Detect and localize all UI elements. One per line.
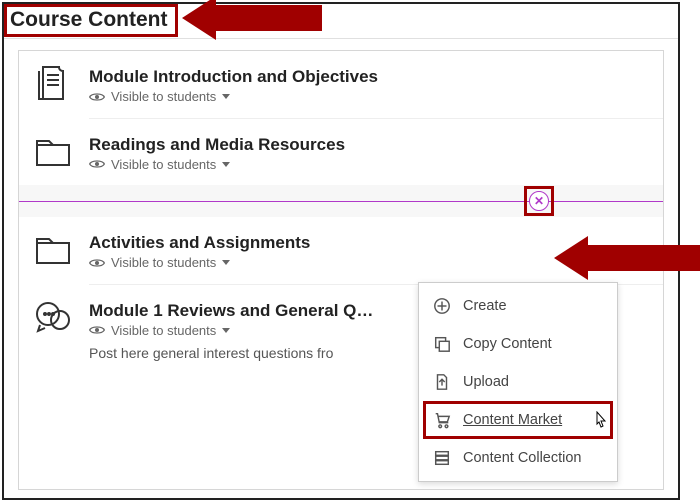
menu-item-create[interactable]: Create (419, 287, 617, 325)
content-item-title: Module 1 Reviews and General Q… (89, 301, 373, 321)
content-item[interactable]: Module Introduction and Objectives Visib… (19, 51, 663, 118)
chevron-down-icon (222, 328, 230, 333)
visibility-toggle[interactable]: Visible to students (89, 255, 230, 270)
upload-icon (433, 373, 451, 391)
visibility-label: Visible to students (111, 89, 216, 104)
content-item-description: Post here general interest questions fro (89, 345, 373, 361)
insert-zone: ✕ (19, 185, 663, 217)
menu-item-label: Content Market (463, 412, 603, 428)
eye-icon (89, 91, 105, 103)
visibility-toggle[interactable]: Visible to students (89, 157, 230, 172)
plus-circle-icon (433, 297, 451, 315)
menu-item-label: Create (463, 298, 603, 314)
visibility-label: Visible to students (111, 157, 216, 172)
content-item-title: Module Introduction and Objectives (89, 67, 378, 87)
chevron-down-icon (222, 260, 230, 265)
add-content-button[interactable]: ✕ (529, 191, 549, 211)
document-icon (33, 63, 73, 103)
market-icon (433, 411, 451, 429)
copy-icon (433, 335, 451, 353)
menu-item-upload[interactable]: Upload (419, 363, 617, 401)
chevron-down-icon (222, 162, 230, 167)
visibility-label: Visible to students (111, 255, 216, 270)
eye-icon (89, 257, 105, 269)
menu-item-content-market[interactable]: Content Market (419, 401, 617, 439)
menu-item-copy-content[interactable]: Copy Content (419, 325, 617, 363)
discussion-icon (33, 297, 73, 337)
eye-icon (89, 158, 105, 170)
eye-icon (89, 324, 105, 336)
menu-item-content-collection[interactable]: Content Collection (419, 439, 617, 477)
visibility-label: Visible to students (111, 323, 216, 338)
folder-icon (33, 131, 73, 171)
content-item-title: Activities and Assignments (89, 233, 310, 253)
content-item[interactable]: Readings and Media Resources Visible to … (19, 119, 663, 186)
menu-item-label: Upload (463, 374, 603, 390)
page-title: Course Content (10, 8, 168, 32)
add-content-menu: Create Copy Content Upload Content Marke… (418, 282, 618, 482)
visibility-toggle[interactable]: Visible to students (89, 89, 230, 104)
content-item[interactable]: Activities and Assignments Visible to st… (19, 217, 663, 284)
collection-icon (433, 449, 451, 467)
content-item-title: Readings and Media Resources (89, 135, 345, 155)
insert-line (19, 201, 663, 202)
chevron-down-icon (222, 94, 230, 99)
menu-item-label: Content Collection (463, 450, 603, 466)
visibility-toggle[interactable]: Visible to students (89, 323, 230, 338)
folder-icon (33, 229, 73, 269)
menu-item-label: Copy Content (463, 336, 603, 352)
